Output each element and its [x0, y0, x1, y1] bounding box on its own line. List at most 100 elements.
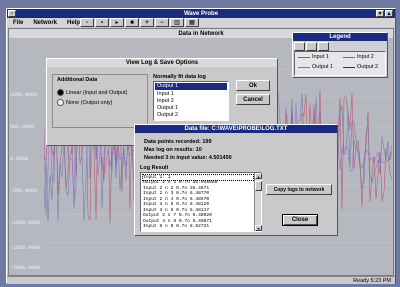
- radio-selected-icon: [57, 89, 64, 96]
- group-label: Additional Data: [57, 77, 98, 83]
- toolbar-button[interactable]: ■: [125, 18, 139, 27]
- legend-swatch: [298, 66, 310, 68]
- cancel-button-label: Cancel: [243, 96, 263, 103]
- scroll-up-button[interactable]: ▴: [255, 173, 262, 179]
- window-close-button[interactable]: -: [8, 10, 16, 17]
- log-row[interactable]: Input 3 n 5 0.7o 6.48120: [143, 202, 209, 207]
- radio-linear-label: Linear (Input and Output): [66, 89, 128, 96]
- log-info-line: Data points recorded: 199: [144, 139, 212, 145]
- status-bar: Ready 5:23 PM: [7, 276, 395, 284]
- window-maximize-button[interactable]: ▴: [385, 10, 393, 17]
- list-item[interactable]: Input 1: [157, 91, 174, 97]
- list-label: Normally fit data log: [153, 74, 206, 80]
- legend-item-label: Output 1: [312, 64, 334, 70]
- log-results-title-bar: Data file: C:\WAVE\PROBE\LOG.TXT: [135, 125, 337, 133]
- toolbar-button[interactable]: ▪: [95, 18, 109, 27]
- y-tick-label: 0.0000: [10, 156, 29, 162]
- legend-item: Output 1: [298, 64, 333, 70]
- legend-body: Input 1 Input 2 Output 1 Output 2: [294, 51, 386, 76]
- maximize-icon: ▴: [387, 11, 391, 17]
- scroll-down-icon: ▾: [257, 225, 260, 231]
- list-item[interactable]: Output 1: [157, 105, 178, 111]
- cancel-button[interactable]: Cancel: [236, 94, 270, 105]
- legend-button[interactable]: [306, 42, 317, 51]
- radio-unselected-icon: [57, 99, 64, 106]
- ok-button[interactable]: Ok: [236, 80, 270, 91]
- y-axis: 1000.0000 500.0000 0.0000 -500.0000 -100…: [10, 40, 44, 271]
- y-tick-label: -2000.0000: [10, 265, 41, 271]
- toolbar-button[interactable]: −: [155, 18, 169, 27]
- view-options-title: View Log & Save Options: [125, 60, 199, 66]
- view-options-title-bar: View Log & Save Options: [47, 59, 277, 67]
- menu-file[interactable]: File: [13, 20, 23, 26]
- toolbar-button[interactable]: ▸: [110, 18, 124, 27]
- app-title: Wave Probe: [183, 10, 219, 17]
- list-item[interactable]: Input 2: [157, 98, 174, 104]
- scroll-down-button[interactable]: ▾: [255, 225, 262, 231]
- menu-network[interactable]: Network: [33, 20, 57, 26]
- log-info-line: Needed 3 in input value: 4.501450: [144, 155, 232, 161]
- status-right: Ready 5:23 PM: [353, 278, 391, 284]
- y-tick-label: 1000.0000: [10, 92, 38, 98]
- legend-item-label: Output 2: [357, 64, 379, 70]
- close-button[interactable]: Close: [282, 214, 318, 226]
- log-result-list[interactable]: Input 1: 1 Output 2 n 1 0.7o 35.948888 I…: [140, 172, 262, 232]
- legend-button[interactable]: [318, 42, 329, 51]
- legend-item: Input 1: [298, 54, 329, 60]
- log-row[interactable]: Output 4 n 8 0.7o 6.49871: [143, 219, 212, 224]
- log-target-list[interactable]: Output 1 Input 1 Input 2 Output 1 Output…: [153, 81, 229, 121]
- log-result-label: Log Result: [140, 165, 169, 171]
- log-row[interactable]: Input 3 n 6 0.7o 5.48117: [143, 208, 209, 213]
- additional-data-group: Additional Data Linear (Input and Output…: [52, 74, 148, 128]
- toolbar: ▫ ▪ ▸ ■ + − ▥ ▦: [80, 18, 290, 27]
- radio-none[interactable]: None (Output only): [57, 99, 112, 106]
- log-row[interactable]: Input 2 n 3 0.7o 6.48770: [143, 191, 209, 196]
- open-icon: ▫: [85, 19, 89, 26]
- log-row[interactable]: Input 2 n 2 0.7o 35.4871: [143, 186, 209, 191]
- scroll-up-icon: ▴: [257, 173, 260, 179]
- log-row[interactable]: Output 2 n 7 0.7o 6.48020: [143, 213, 212, 218]
- legend-swatch: [298, 56, 310, 58]
- minimize-icon: ▾: [378, 11, 382, 17]
- legend-title: Legend: [329, 34, 351, 40]
- toolbar-button[interactable]: ▥: [170, 18, 184, 27]
- copy-logs-label: Copy logs to network: [273, 186, 325, 193]
- y-tick-label: -1000.0000: [10, 220, 41, 226]
- legend-item: Output 2: [343, 64, 378, 70]
- log-scrollbar[interactable]: ▴ ▾: [254, 173, 262, 231]
- plot-panel-title: Data in Network: [178, 30, 224, 37]
- log-row[interactable]: Input 2 n 4 0.7o 6.48570: [143, 197, 209, 202]
- window-minimize-button[interactable]: ▾: [376, 10, 384, 17]
- ok-button-label: Ok: [248, 82, 257, 89]
- save-icon: ▪: [100, 19, 104, 26]
- grid-icon: ▦: [189, 20, 195, 26]
- toolbar-button[interactable]: +: [140, 18, 154, 27]
- app-title-bar: Wave Probe: [7, 9, 395, 18]
- legend-button[interactable]: [294, 42, 305, 51]
- log-info-line: Max log on results: 10: [144, 147, 202, 153]
- legend-swatch: [343, 56, 355, 58]
- copy-logs-button[interactable]: Copy logs to network: [266, 184, 332, 195]
- close-button-label: Close: [291, 217, 309, 223]
- chart-icon: ▥: [174, 20, 180, 26]
- scroll-thumb[interactable]: [255, 181, 262, 191]
- list-item-selected[interactable]: Output 1: [155, 83, 227, 90]
- radio-linear[interactable]: Linear (Input and Output): [57, 89, 127, 96]
- menu-help[interactable]: Help: [67, 20, 80, 26]
- log-row[interactable]: Input 6 n 9 0.7o 8.52721: [143, 224, 209, 229]
- toolbar-button[interactable]: ▦: [185, 18, 199, 27]
- log-row[interactable]: Output 2 n 1 0.7o 35.948888: [143, 180, 217, 185]
- radio-none-label: None (Output only): [66, 99, 113, 106]
- stop-icon: ■: [130, 19, 134, 26]
- legend-item: Input 2: [343, 54, 374, 60]
- zoom-icon: +: [145, 19, 149, 26]
- y-tick-label: 500.0000: [10, 124, 35, 130]
- legend-swatch: [343, 66, 355, 68]
- toolbar-button[interactable]: ▫: [80, 18, 94, 27]
- log-results-title: Data file: C:\WAVE\PROBE\LOG.TXT: [184, 126, 288, 132]
- zoom-out-icon: −: [160, 19, 164, 26]
- legend-toolbar: [294, 42, 334, 51]
- legend-title-bar: Legend: [293, 33, 387, 41]
- y-tick-label: -1500.0000: [10, 245, 41, 251]
- list-item[interactable]: Output 2: [157, 112, 178, 118]
